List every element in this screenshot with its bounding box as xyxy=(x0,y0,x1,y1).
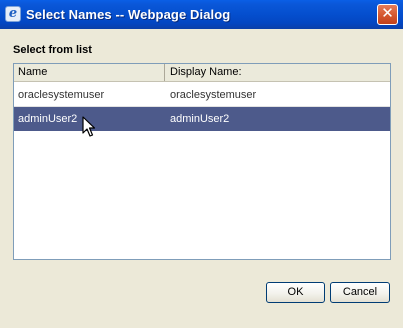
column-header-display-name[interactable]: Display Name: xyxy=(166,64,390,81)
row-name: oraclesystemuser xyxy=(18,89,105,101)
ok-button[interactable]: OK xyxy=(266,282,325,303)
row-display-name: adminUser2 xyxy=(170,113,230,125)
list-label: Select from list xyxy=(13,44,92,56)
dialog-window: e Select Names -- Webpage Dialog ✕ Selec… xyxy=(0,0,403,328)
cancel-button[interactable]: Cancel xyxy=(330,282,390,303)
row-name: adminUser2 xyxy=(18,113,78,125)
title-bar[interactable]: e Select Names -- Webpage Dialog ✕ xyxy=(0,0,403,29)
list-row-selected[interactable]: adminUser2 adminUser2 xyxy=(14,107,390,131)
list-header: Name Display Name: xyxy=(14,64,390,82)
column-header-name[interactable]: Name xyxy=(14,64,165,81)
list-row[interactable]: oraclesystemuser oraclesystemuser xyxy=(14,83,390,107)
close-button[interactable]: ✕ xyxy=(377,4,398,25)
names-list[interactable]: Name Display Name: oraclesystemuser orac… xyxy=(13,63,391,260)
ie-icon: e xyxy=(5,6,21,22)
window-title: Select Names -- Webpage Dialog xyxy=(26,7,231,22)
mouse-pointer-icon xyxy=(82,116,96,137)
row-display-name: oraclesystemuser xyxy=(170,89,257,101)
